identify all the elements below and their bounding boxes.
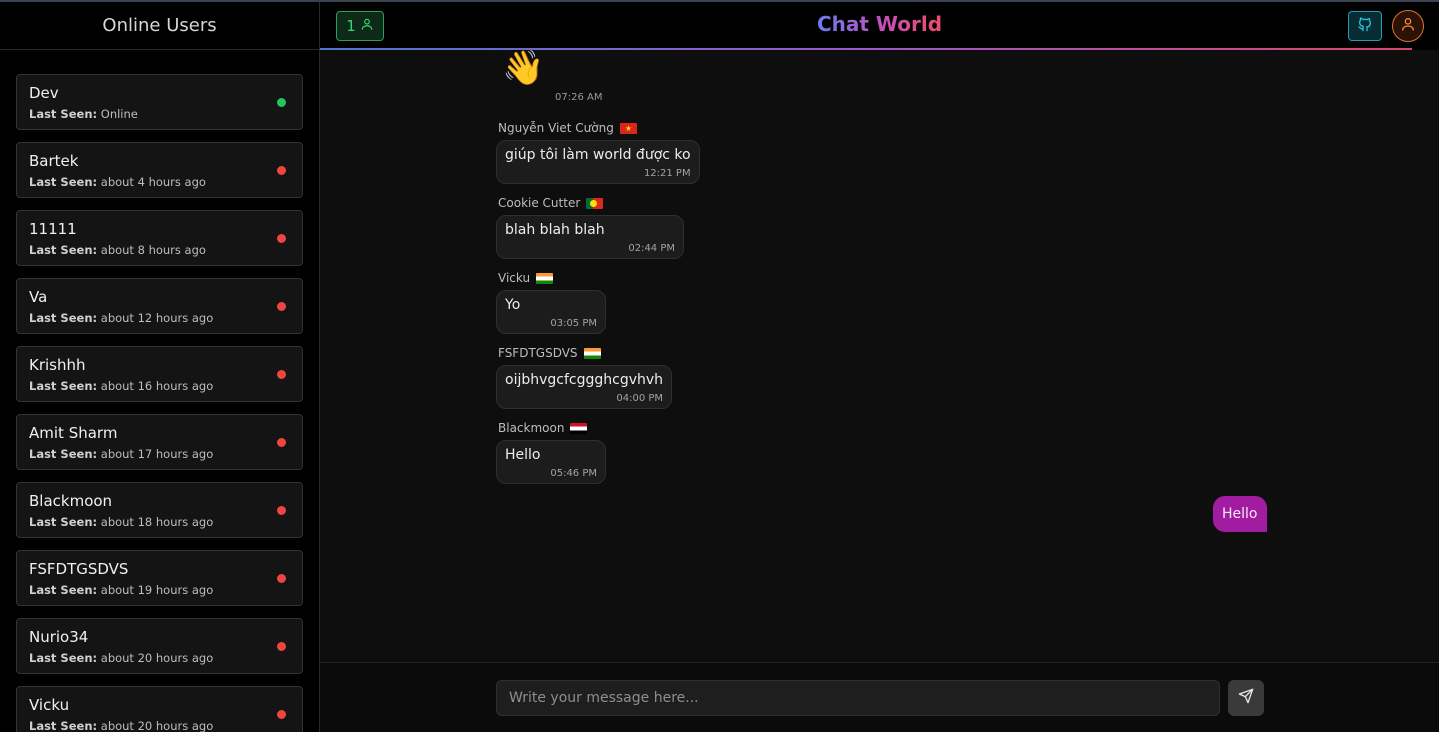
app-title: Chat World [816,12,943,36]
user-last-seen: Last Seen: about 4 hours ago [29,175,206,189]
offline-status-dot [277,370,286,379]
user-last-seen: Last Seen: about 18 hours ago [29,515,214,529]
message-input[interactable] [496,680,1220,716]
message-bubble: Yo 03:05 PM [496,290,606,334]
message-text: Yo [505,297,521,313]
user-list: Dev Last Seen: Online Bartek Last Seen: … [0,50,319,732]
user-name: FSFDTGSDVS [29,560,129,578]
send-icon [1238,688,1254,708]
message-item: Vicku Yo 03:05 PM [496,270,606,334]
user-card-blackmoon[interactable]: Blackmoon Last Seen: about 18 hours ago [16,482,303,538]
message-sender: Nguyễn Viet Cường ★ [496,120,700,136]
profile-icon [1400,16,1416,36]
vietnam-flag-icon: ★ [619,122,637,134]
message-text: giúp tôi làm world được ko [505,147,691,163]
message-item: FSFDTGSDVS oijbhvgcfcggghcgvhvh 04:00 PM [496,345,673,409]
user-card-amit-sharm[interactable]: Amit Sharm Last Seen: about 17 hours ago [16,414,303,470]
message-sender: Vicku [496,270,606,286]
sidebar-title: Online Users [0,2,319,50]
profile-avatar-button[interactable] [1392,10,1424,42]
user-card-vicku[interactable]: Vicku Last Seen: about 20 hours ago [16,686,303,732]
egypt-flag-icon [570,422,588,434]
github-icon [1357,16,1373,36]
online-status-dot [277,98,286,107]
user-last-seen: Last Seen: about 8 hours ago [29,243,206,257]
user-name: Va [29,288,48,306]
offline-status-dot [277,234,286,243]
user-name: Vicku [29,696,70,714]
offline-status-dot [277,438,286,447]
message-time: 02:44 PM [628,243,675,254]
chat-messages: 👋 07:26 AM Nguyễn Viet Cường ★ giúp tôi … [320,50,1439,662]
message-time: 05:46 PM [550,468,597,479]
message-bubble: blah blah blah 02:44 PM [496,215,684,259]
send-button[interactable] [1228,680,1264,716]
user-last-seen: Last Seen: Online [29,107,138,121]
offline-status-dot [277,574,286,583]
user-card-11111[interactable]: 11111 Last Seen: about 8 hours ago [16,210,303,266]
user-last-seen: Last Seen: about 20 hours ago [29,651,214,665]
user-name: Bartek [29,152,79,170]
user-last-seen: Last Seen: about 19 hours ago [29,583,214,597]
message-item: Blackmoon Hello 05:46 PM [496,420,606,484]
offline-status-dot [277,166,286,175]
portugal-flag-icon [586,197,604,209]
offline-status-dot [277,506,286,515]
online-users-sidebar: Online Users Dev Last Seen: Online Barte… [0,2,320,732]
wave-emoji-message: 👋 [502,50,545,88]
user-card-bartek[interactable]: Bartek Last Seen: about 4 hours ago [16,142,303,198]
user-card-fsfdtgsdvs[interactable]: FSFDTGSDVS Last Seen: about 19 hours ago [16,550,303,606]
user-last-seen: Last Seen: about 20 hours ago [29,719,214,732]
user-name: Nurio34 [29,628,89,646]
india-flag-icon [583,347,601,359]
message-bubble: Hello 05:46 PM [496,440,606,484]
github-button[interactable] [1348,11,1382,41]
message-sender: Cookie Cutter [496,195,684,211]
user-last-seen: Last Seen: about 17 hours ago [29,447,214,461]
offline-status-dot [277,642,286,651]
user-card-krishhh[interactable]: Krishhh Last Seen: about 16 hours ago [16,346,303,402]
message-time: 07:26 AM [555,92,603,103]
chat-header: 1 Chat World [320,2,1439,50]
message-time: 04:00 PM [616,393,664,404]
user-name: Blackmoon [29,492,113,510]
message-composer [320,662,1439,732]
user-card-dev[interactable]: Dev Last Seen: Online [16,74,303,130]
user-name: Dev [29,84,59,102]
message-sender: FSFDTGSDVS [496,345,672,361]
message-time: 03:05 PM [550,318,597,329]
offline-status-dot [277,710,286,719]
message-text: blah blah blah [505,222,605,238]
message-item: Cookie Cutter blah blah blah 02:44 PM [496,195,684,259]
message-item: Nguyễn Viet Cường ★ giúp tôi làm world đ… [496,120,700,184]
message-time: 12:21 PM [643,168,691,179]
user-last-seen: Last Seen: about 12 hours ago [29,311,214,325]
user-card-va[interactable]: Va Last Seen: about 12 hours ago [16,278,303,334]
own-message-bubble: Hello [1213,496,1267,532]
india-flag-icon [536,272,554,284]
user-card-nurio34[interactable]: Nurio34 Last Seen: about 20 hours ago [16,618,303,674]
message-sender: Blackmoon [496,420,606,436]
user-name: 11111 [29,220,77,238]
message-bubble: giúp tôi làm world được ko 12:21 PM [496,140,700,184]
user-name: Amit Sharm [29,424,118,442]
user-last-seen: Last Seen: about 16 hours ago [29,379,214,393]
offline-status-dot [277,302,286,311]
message-text: Hello [505,447,541,463]
user-name: Krishhh [29,356,86,374]
message-bubble: oijbhvgcfcggghcgvhvh 04:00 PM [496,365,673,409]
message-text: oijbhvgcfcggghcgvhvh [505,372,664,388]
